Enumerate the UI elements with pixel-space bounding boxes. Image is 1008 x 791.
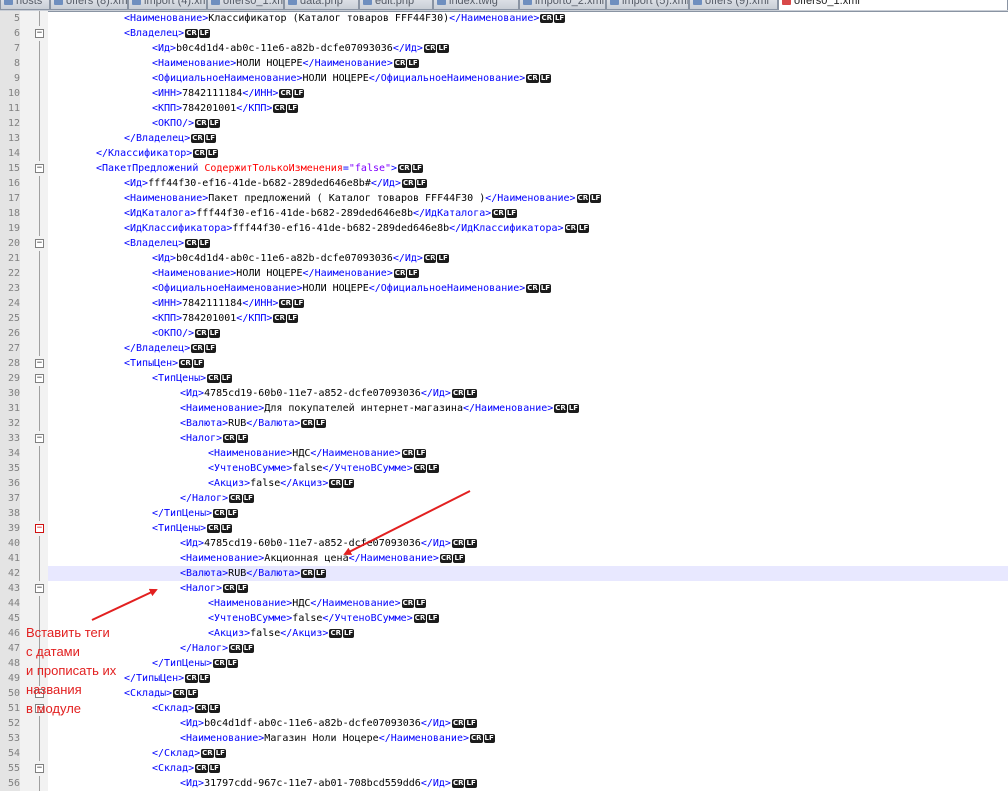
annotation-arrows [91, 490, 471, 621]
arrow-to-name-line [343, 490, 471, 555]
arrow-to-tax-line [91, 588, 158, 621]
